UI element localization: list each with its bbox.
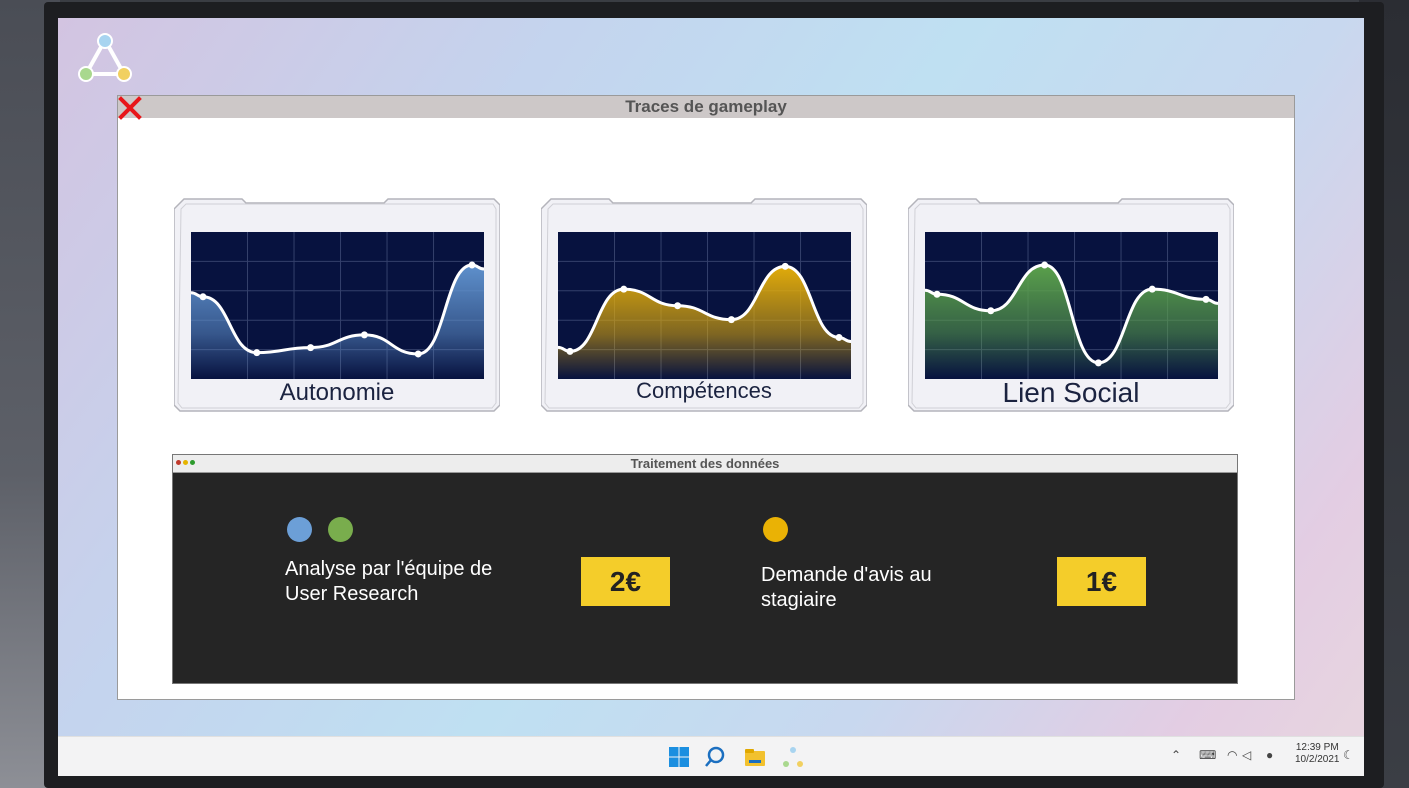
chart-point [987,307,995,315]
taskbar: ⌃ ⌨ ◠ ◁ ● 12:39 PM 10/2/2021 ☾ [58,736,1364,776]
chart-point [566,347,574,355]
chart-point [835,333,843,341]
chart-point [253,349,261,357]
chart-area [558,266,851,379]
chart-card-autonomie[interactable]: Autonomie [174,197,500,413]
search-icon[interactable] [703,745,727,769]
chart-card-competences[interactable]: Compétences [541,197,867,413]
chart-point [674,302,682,310]
chart-point [1094,359,1102,367]
panel-body: Analyse par l'équipe de User Research 2€… [173,473,1237,683]
app-logo-icon[interactable] [76,32,134,84]
keyboard-icon[interactable]: ⌨ [1199,748,1216,762]
clock-date: 10/2/2021 [1295,754,1340,765]
chart-point [1202,295,1210,303]
chart-point [727,316,735,324]
gameplay-traces-window: Traces de gameplay Autonomie Compétences [117,95,1295,700]
option-text-line: stagiaire [761,589,837,611]
option-text-line: User Research [285,583,419,605]
panel-titlebar: Traitement des données [173,455,1237,473]
price-button-intern[interactable]: 1€ [1057,557,1146,606]
option-description: Demande d'avis au stagiaire [761,563,932,613]
chart-card-lien-social[interactable]: Lien Social [908,197,1234,413]
chart-point [620,285,628,293]
chart-lien-social [925,232,1218,379]
blue-dot-icon [287,517,312,542]
chart-point [360,331,368,339]
chart-point [468,261,476,269]
desktop-screen: Traces de gameplay Autonomie Compétences [58,18,1364,776]
panel-title: Traitement des données [630,456,780,471]
data-processing-panel: Traitement des données Analyse par l'équ… [172,454,1238,684]
chevron-up-icon[interactable]: ⌃ [1171,748,1181,762]
chart-point [1041,261,1049,269]
card-label: Lien Social [1002,377,1140,408]
chart-point [933,290,941,298]
option-description: Analyse par l'équipe de User Research [285,557,492,607]
webcam-icon[interactable]: ● [1266,748,1273,762]
maximize-dot-icon[interactable] [190,460,195,465]
window-controls [176,460,195,465]
yellow-dot-icon [763,517,788,542]
chart-point [307,344,315,352]
chart-point [199,293,207,301]
chart-competences [558,232,851,379]
card-label: Autonomie [279,379,395,406]
minimize-dot-icon[interactable] [183,460,188,465]
option-text-line: Demande d'avis au [761,564,932,586]
clock-time: 12:39 PM [1295,742,1339,753]
file-explorer-icon[interactable] [743,745,767,769]
moon-icon[interactable]: ☾ [1343,748,1354,762]
close-icon[interactable] [118,96,142,120]
chart-point [1148,285,1156,293]
wifi-icon[interactable]: ◠ [1227,748,1237,762]
card-label: Compétences [636,378,772,403]
chart-point [414,350,422,358]
chart-area [925,265,1218,379]
window-titlebar: Traces de gameplay [118,96,1294,120]
option-text-line: Analyse par l'équipe de [285,558,493,580]
green-dot-icon [328,517,353,542]
chart-autonomie [191,232,484,379]
app-network-icon[interactable] [781,745,805,769]
window-title: Traces de gameplay [625,97,787,116]
close-dot-icon[interactable] [176,460,181,465]
volume-icon[interactable]: ◁ [1242,748,1251,762]
chart-point [781,262,789,270]
price-button-user-research[interactable]: 2€ [581,557,670,606]
windows-start-icon[interactable] [667,745,691,769]
system-clock[interactable]: 12:39 PM 10/2/2021 [1295,742,1340,766]
